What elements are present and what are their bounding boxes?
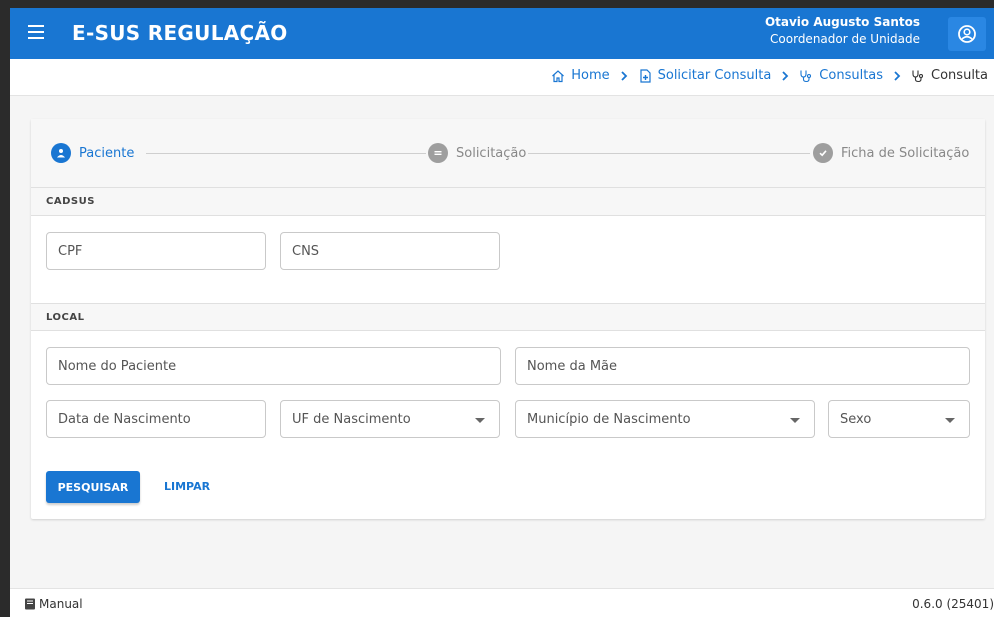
account-button[interactable]	[948, 17, 986, 51]
section-header-cadsus: CADSUS	[31, 188, 985, 216]
nome-paciente-field[interactable]: Nome do Paciente	[46, 347, 501, 385]
breadcrumb-consulta: Consulta	[911, 68, 988, 83]
home-icon	[552, 69, 565, 82]
book-icon	[25, 598, 35, 610]
breadcrumb-consultas-label: Consultas	[819, 68, 884, 83]
list-icon	[428, 143, 448, 163]
stepper: Paciente Solicitação Ficha de Solicitaçã…	[31, 119, 985, 188]
document-add-icon	[640, 68, 651, 83]
step-connector	[146, 153, 426, 154]
breadcrumb-consulta-label: Consulta	[931, 68, 988, 83]
search-button[interactable]: PESQUISAR	[46, 471, 140, 503]
app-window: E-SUS REGULAÇÃO Otavio Augusto Santos Co…	[10, 8, 994, 617]
step-connector	[528, 153, 810, 154]
step-paciente[interactable]: Paciente	[51, 143, 134, 163]
manual-label: Manual	[39, 597, 83, 611]
breadcrumb-bar: Home Solicitar Consulta Consultas Consul…	[10, 59, 994, 96]
dropdown-arrow-icon	[945, 418, 955, 423]
stethoscope-icon	[800, 70, 812, 82]
clear-button[interactable]: LIMPAR	[164, 480, 210, 493]
breadcrumb-solicitar-consulta[interactable]: Solicitar Consulta	[638, 68, 772, 83]
hamburger-menu-icon[interactable]	[28, 25, 44, 39]
check-icon	[813, 143, 833, 163]
sexo-select[interactable]: Sexo	[828, 400, 970, 438]
chevron-right-icon	[781, 70, 789, 81]
step-paciente-label: Paciente	[79, 145, 135, 161]
breadcrumb-home-label: Home	[571, 68, 610, 83]
step-ficha-de-solicitacao[interactable]: Ficha de Solicitação	[813, 143, 969, 163]
section-header-local: LOCAL	[31, 303, 985, 331]
uf-nascimento-label: UF de Nascimento	[292, 412, 411, 427]
patient-search-card: Paciente Solicitação Ficha de Solicitaçã…	[31, 119, 985, 519]
dropdown-arrow-icon	[475, 418, 485, 423]
nome-mae-field[interactable]: Nome da Mãe	[515, 347, 970, 385]
step-solicitacao-label: Solicitação	[456, 145, 527, 161]
breadcrumb: Home Solicitar Consulta Consultas Consul…	[551, 68, 988, 83]
user-role: Coordenador de Unidade	[770, 32, 920, 46]
sexo-label: Sexo	[840, 412, 872, 427]
top-app-bar: E-SUS REGULAÇÃO Otavio Augusto Santos Co…	[10, 8, 994, 59]
stethoscope-icon	[912, 70, 924, 82]
cpf-field[interactable]: CPF	[46, 232, 266, 270]
breadcrumb-home[interactable]: Home	[551, 68, 610, 83]
municipio-nascimento-label: Município de Nascimento	[527, 412, 691, 427]
municipio-nascimento-select[interactable]: Município de Nascimento	[515, 400, 815, 438]
user-info: Otavio Augusto Santos Coordenador de Uni…	[765, 14, 920, 48]
breadcrumb-consultas[interactable]: Consultas	[799, 68, 883, 83]
footer: Manual 0.6.0 (25401)	[10, 588, 994, 617]
version-label: 0.6.0 (25401)	[912, 597, 994, 611]
app-title: E-SUS REGULAÇÃO	[72, 21, 288, 45]
account-circle-icon	[958, 25, 976, 43]
chevron-right-icon	[893, 70, 901, 81]
manual-link[interactable]: Manual	[24, 597, 83, 611]
person-icon	[51, 143, 71, 163]
chevron-right-icon	[620, 70, 628, 81]
cns-field[interactable]: CNS	[280, 232, 500, 270]
user-name: Otavio Augusto Santos	[764, 15, 920, 29]
dropdown-arrow-icon	[790, 418, 800, 423]
breadcrumb-solicitar-consulta-label: Solicitar Consulta	[657, 68, 772, 83]
step-ficha-label: Ficha de Solicitação	[841, 145, 970, 161]
step-solicitacao[interactable]: Solicitação	[428, 143, 526, 163]
uf-nascimento-select[interactable]: UF de Nascimento	[280, 400, 500, 438]
data-nascimento-field[interactable]: Data de Nascimento	[46, 400, 266, 438]
